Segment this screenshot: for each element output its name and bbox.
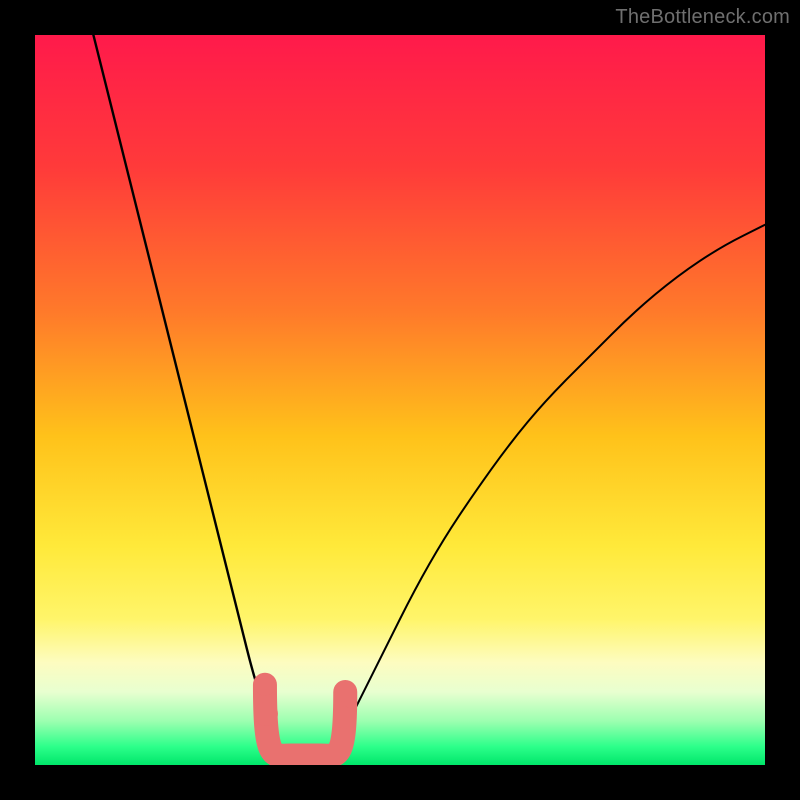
chart-frame: TheBottleneck.com [0, 0, 800, 800]
chart-svg [35, 35, 765, 765]
watermark-label: TheBottleneck.com [615, 6, 790, 29]
plot-area [35, 35, 765, 765]
gradient-background [35, 35, 765, 765]
valley-bead-3 [333, 707, 355, 729]
valley-bead-1 [254, 702, 278, 726]
valley-bead-0 [254, 674, 276, 696]
valley-bead-2 [335, 682, 355, 702]
